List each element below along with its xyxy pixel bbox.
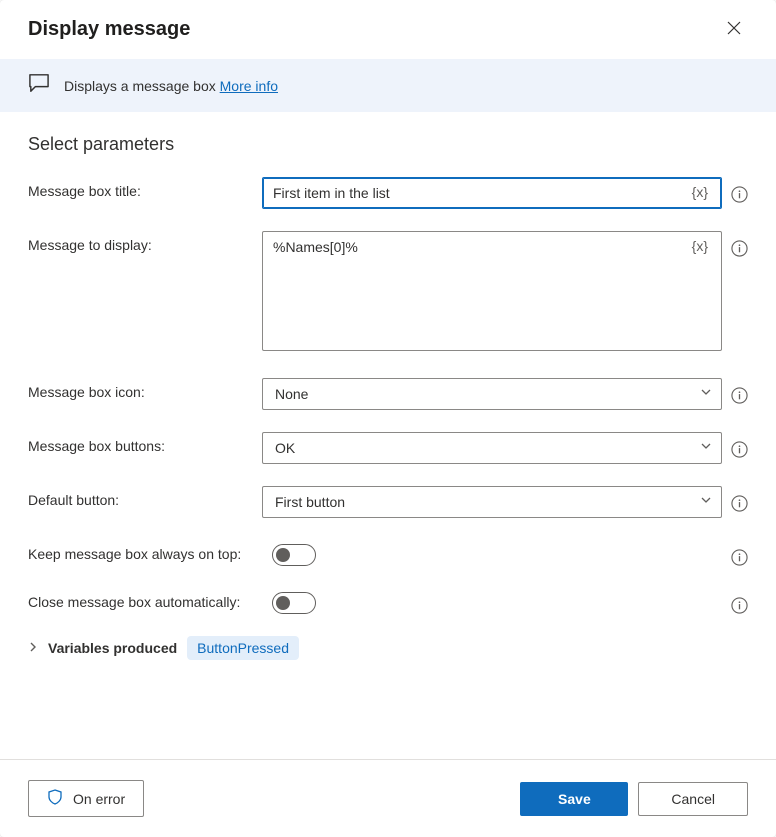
on-top-toggle[interactable] — [272, 544, 316, 566]
row-default-button: Default button: First button — [28, 486, 748, 518]
info-icon[interactable] — [730, 185, 748, 203]
message-textarea[interactable] — [262, 231, 722, 351]
shield-icon — [47, 789, 63, 808]
buttons-select-wrap: OK — [262, 432, 722, 464]
row-auto-close: Close message box automatically: — [28, 588, 748, 614]
label-auto-close: Close message box automatically: — [28, 588, 272, 610]
row-message: Message to display: {x} — [28, 231, 748, 356]
title-input[interactable] — [262, 177, 722, 209]
label-icon: Message box icon: — [28, 378, 262, 400]
icon-select[interactable]: None — [262, 378, 722, 410]
variable-chip[interactable]: ButtonPressed — [187, 636, 299, 660]
display-message-dialog: Display message Displays a message box M… — [0, 0, 776, 837]
default-button-select-wrap: First button — [262, 486, 722, 518]
label-on-top: Keep message box always on top: — [28, 540, 272, 562]
row-buttons: Message box buttons: OK — [28, 432, 748, 464]
chevron-right-icon — [28, 639, 38, 657]
save-button[interactable]: Save — [520, 782, 628, 816]
row-on-top: Keep message box always on top: — [28, 540, 748, 566]
info-icon[interactable] — [730, 596, 748, 614]
variables-label: Variables produced — [48, 640, 177, 656]
variables-produced-row[interactable]: Variables produced ButtonPressed — [28, 636, 748, 660]
message-box-icon — [28, 73, 50, 98]
info-icon[interactable] — [730, 239, 748, 257]
label-message: Message to display: — [28, 231, 262, 253]
label-buttons: Message box buttons: — [28, 432, 262, 454]
toggle-knob — [276, 548, 290, 562]
on-error-label: On error — [73, 791, 125, 807]
dialog-title: Display message — [28, 18, 190, 41]
more-info-link[interactable]: More info — [220, 78, 278, 94]
info-icon[interactable] — [730, 494, 748, 512]
toggle-knob — [276, 596, 290, 610]
info-icon[interactable] — [730, 548, 748, 566]
dialog-footer: On error Save Cancel — [0, 759, 776, 837]
dialog-content: Select parameters Message box title: {x}… — [0, 112, 776, 759]
cancel-button[interactable]: Cancel — [638, 782, 748, 816]
banner-desc: Displays a message box — [64, 78, 220, 94]
info-banner: Displays a message box More info — [0, 59, 776, 112]
default-button-select[interactable]: First button — [262, 486, 722, 518]
insert-variable-button[interactable]: {x} — [686, 183, 714, 201]
row-title: Message box title: {x} — [28, 177, 748, 209]
label-default-button: Default button: — [28, 486, 262, 508]
icon-select-wrap: None — [262, 378, 722, 410]
row-icon: Message box icon: None — [28, 378, 748, 410]
section-title: Select parameters — [28, 134, 748, 155]
footer-actions: Save Cancel — [520, 782, 748, 816]
close-icon — [726, 20, 742, 39]
banner-text: Displays a message box More info — [64, 78, 278, 94]
insert-variable-button[interactable]: {x} — [686, 237, 714, 255]
label-title: Message box title: — [28, 177, 262, 199]
info-icon[interactable] — [730, 386, 748, 404]
buttons-select[interactable]: OK — [262, 432, 722, 464]
info-icon[interactable] — [730, 440, 748, 458]
on-error-button[interactable]: On error — [28, 780, 144, 817]
close-button[interactable] — [720, 14, 748, 45]
dialog-header: Display message — [0, 0, 776, 59]
auto-close-toggle[interactable] — [272, 592, 316, 614]
message-input-wrap: {x} — [262, 231, 722, 356]
title-input-wrap: {x} — [262, 177, 722, 209]
